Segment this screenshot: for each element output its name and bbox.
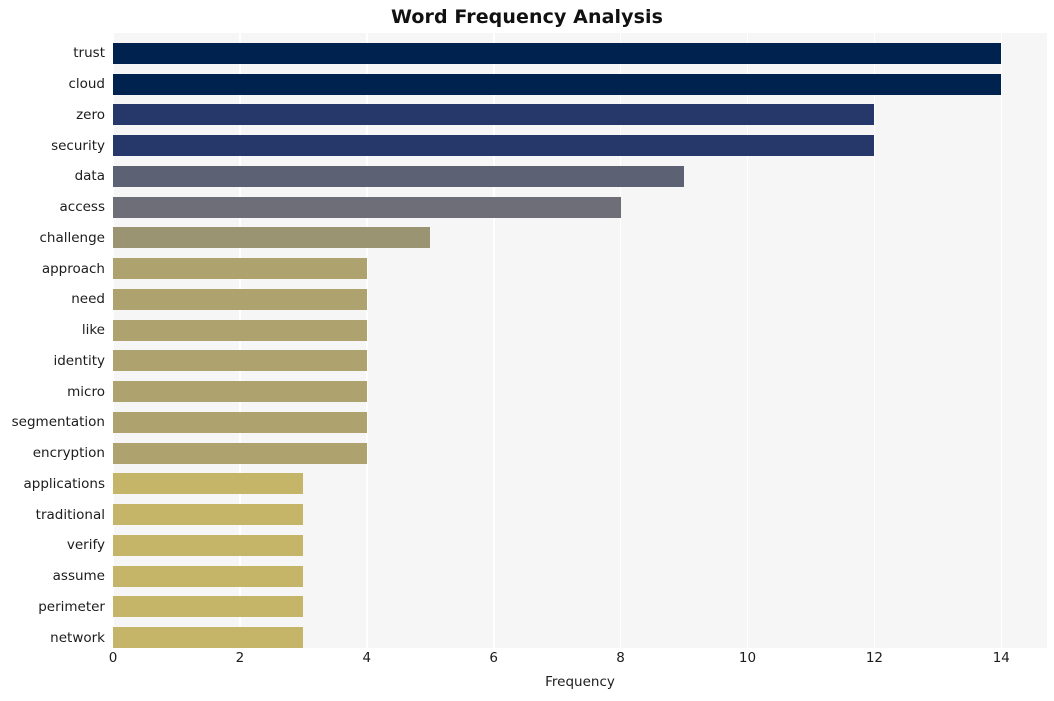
bar: [113, 627, 304, 648]
plot-area: [113, 33, 1047, 648]
gridline: [1000, 33, 1003, 648]
bar: [113, 442, 367, 464]
x-axis-tick-label: 0: [108, 650, 118, 666]
y-axis-tick-label: trust: [73, 45, 105, 62]
y-axis-tick-labels: trust cloud zero security data access challeng…: [0, 33, 105, 648]
y-axis-tick-label: perimeter: [38, 598, 105, 615]
bar: [113, 165, 685, 187]
page-title: Word Frequency Analysis: [390, 6, 664, 28]
y-axis-tick-label: challenge: [39, 229, 106, 246]
bar: [113, 73, 1002, 95]
x-axis-tick-label: 14: [992, 650, 1010, 666]
bar: [113, 411, 367, 433]
bar: [113, 596, 304, 618]
y-axis-tick-label: encryption: [32, 445, 105, 462]
y-axis-tick-label: applications: [23, 475, 105, 492]
x-axis-tick-label: 4: [362, 650, 372, 666]
y-axis-tick-label: segmentation: [11, 414, 105, 431]
y-axis-tick-label: network: [50, 629, 105, 646]
y-axis-tick-label: cloud: [68, 76, 105, 93]
bar: [113, 288, 367, 310]
y-axis-tick-label: security: [51, 137, 105, 154]
y-axis-tick-label: approach: [41, 260, 105, 277]
x-axis-label: Frequency: [545, 674, 615, 690]
bar: [113, 227, 431, 249]
y-axis-tick-label: like: [81, 322, 105, 339]
bar: [113, 104, 875, 126]
x-axis-tick-label: 12: [865, 650, 883, 666]
y-axis-tick-label: assume: [52, 568, 105, 585]
bar: [113, 135, 875, 157]
x-axis-tick-labels: 0 2 4 6 8 10 12 14: [109, 650, 1047, 672]
y-axis-tick-label: zero: [76, 106, 105, 123]
bar: [113, 350, 367, 372]
bar: [113, 381, 367, 403]
y-axis-tick-label: micro: [67, 383, 105, 400]
bar: [113, 42, 1002, 64]
chart-figure: Word Frequency Analysis trust cloud zero se…: [0, 0, 1054, 701]
y-axis-tick-label: data: [74, 168, 105, 185]
y-axis-tick-label: need: [71, 291, 105, 308]
y-axis-tick-label: identity: [53, 352, 105, 369]
bar: [113, 534, 304, 556]
x-axis-tick-label: 10: [738, 650, 757, 666]
x-axis-tick-label: 2: [235, 650, 245, 666]
bar: [113, 258, 367, 280]
y-axis-tick-label: access: [59, 199, 106, 216]
x-axis-tick-label: 6: [489, 650, 498, 666]
y-axis-tick-label: verify: [66, 537, 105, 554]
bar: [113, 504, 304, 526]
bar: [113, 319, 367, 341]
bar: [113, 473, 304, 495]
bar: [113, 565, 304, 587]
x-axis-tick-label: 8: [616, 650, 625, 666]
y-axis-tick-label: traditional: [35, 506, 105, 523]
bar: [113, 196, 621, 218]
